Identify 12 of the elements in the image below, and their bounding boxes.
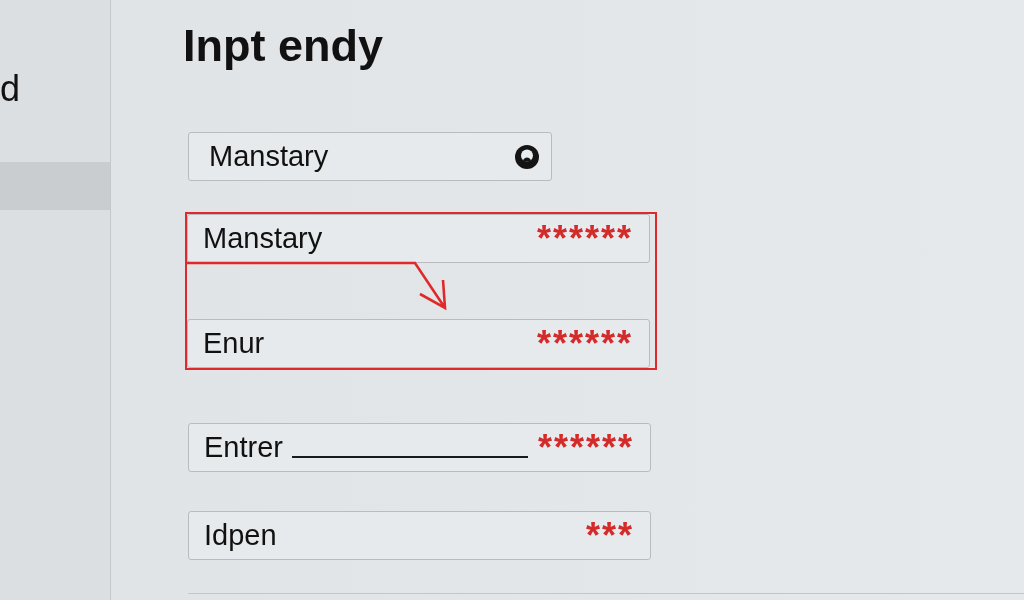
input-field[interactable]: Manstary (188, 132, 552, 181)
asterisk-marker: ****** (536, 325, 633, 362)
input-field[interactable]: Entrer ****** (188, 423, 651, 472)
asterisk-marker: ****** (536, 220, 633, 257)
ring-icon[interactable] (515, 144, 539, 169)
input-field[interactable]: Enur ****** (187, 319, 650, 368)
asterisk-marker: ****** (537, 429, 634, 466)
page-title: Inpt endy (183, 20, 383, 72)
input-field[interactable]: Idpen *** (188, 511, 651, 560)
asterisk-marker: *** (585, 517, 634, 554)
sidebar-item[interactable]: d (0, 65, 110, 113)
input-field[interactable]: Manstary ****** (187, 214, 650, 263)
